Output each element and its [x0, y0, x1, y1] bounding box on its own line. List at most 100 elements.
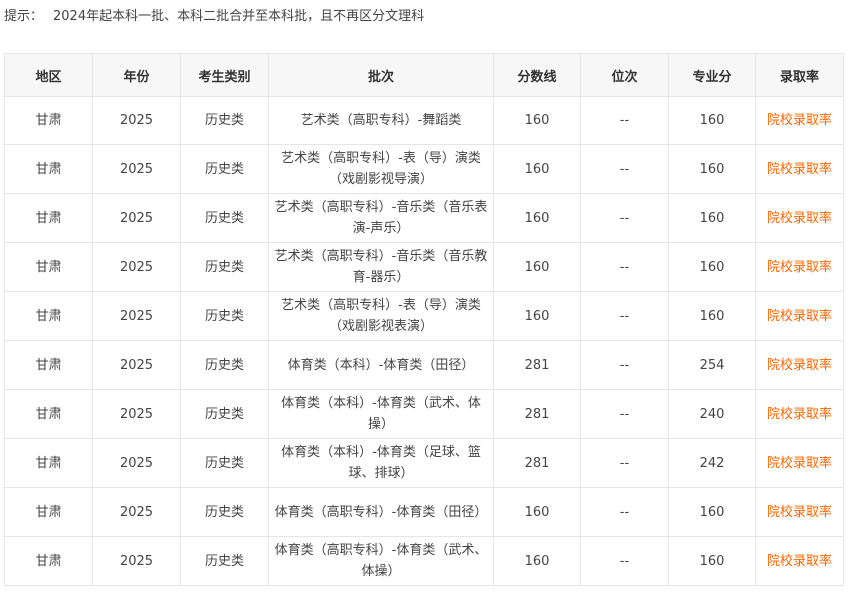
admission-rate-link[interactable]: 院校录取率	[767, 260, 832, 275]
tip-notice: 提示： 2024年起本科一批、本科二批合并至本科批，且不再区分文理科	[4, 8, 424, 26]
admission-rate-link[interactable]: 院校录取率	[767, 162, 832, 177]
admission-rate-link[interactable]: 院校录取率	[767, 113, 832, 128]
cell-score: 160	[493, 536, 581, 586]
cell-major-score: 160	[668, 96, 756, 145]
table-row: 甘肃 2025 历史类 体育类（高职专科）-体育类（田径） 160 -- 160…	[4, 487, 844, 537]
cell-year: 2025	[92, 96, 181, 145]
table-row: 甘肃 2025 历史类 体育类（本科）-体育类（田径） 281 -- 254 院…	[4, 340, 844, 390]
cell-batch: 艺术类（高职专科）-表（导）演类（戏剧影视表演）	[268, 291, 494, 341]
table-row: 甘肃 2025 历史类 艺术类（高职专科）-表（导）演类（戏剧影视导演） 160…	[4, 144, 844, 194]
cell-batch: 体育类（本科）-体育类（田径）	[268, 340, 494, 390]
cell-year: 2025	[92, 487, 181, 537]
cell-major-score: 160	[668, 291, 756, 341]
cell-region: 甘肃	[4, 96, 93, 145]
cell-category: 历史类	[180, 536, 269, 586]
header-year: 年份	[92, 53, 181, 97]
admission-rate-link[interactable]: 院校录取率	[767, 554, 832, 569]
cell-rank: --	[580, 340, 669, 390]
cell-rank: --	[580, 487, 669, 537]
cell-category: 历史类	[180, 242, 269, 292]
cell-category: 历史类	[180, 389, 269, 439]
cell-rate: 院校录取率	[755, 242, 844, 292]
cell-major-score: 160	[668, 144, 756, 194]
admission-rate-link[interactable]: 院校录取率	[767, 407, 832, 422]
cell-region: 甘肃	[4, 291, 93, 341]
score-table: 地区 年份 考生类别 批次 分数线 位次 专业分 录取率 甘肃 2025 历史类…	[4, 53, 844, 586]
cell-major-score: 254	[668, 340, 756, 390]
cell-major-score: 240	[668, 389, 756, 439]
cell-score: 281	[493, 340, 581, 390]
cell-score: 160	[493, 291, 581, 341]
cell-region: 甘肃	[4, 340, 93, 390]
cell-category: 历史类	[180, 487, 269, 537]
cell-year: 2025	[92, 536, 181, 586]
admission-rate-link[interactable]: 院校录取率	[767, 505, 832, 520]
cell-year: 2025	[92, 389, 181, 439]
cell-year: 2025	[92, 193, 181, 243]
cell-category: 历史类	[180, 438, 269, 488]
cell-region: 甘肃	[4, 487, 93, 537]
table-row: 甘肃 2025 历史类 艺术类（高职专科）-音乐类（音乐表演-声乐） 160 -…	[4, 193, 844, 243]
cell-rate: 院校录取率	[755, 291, 844, 341]
cell-region: 甘肃	[4, 438, 93, 488]
cell-major-score: 160	[668, 536, 756, 586]
cell-score: 160	[493, 242, 581, 292]
header-category: 考生类别	[180, 53, 269, 97]
cell-rank: --	[580, 193, 669, 243]
cell-region: 甘肃	[4, 389, 93, 439]
header-score: 分数线	[493, 53, 581, 97]
cell-year: 2025	[92, 340, 181, 390]
cell-batch: 体育类（本科）-体育类（武术、体操）	[268, 389, 494, 439]
cell-category: 历史类	[180, 340, 269, 390]
admission-rate-link[interactable]: 院校录取率	[767, 211, 832, 226]
cell-rank: --	[580, 536, 669, 586]
cell-rate: 院校录取率	[755, 536, 844, 586]
tip-label: 提示：	[4, 9, 44, 24]
cell-rank: --	[580, 389, 669, 439]
admission-rate-link[interactable]: 院校录取率	[767, 309, 832, 324]
table-row: 甘肃 2025 历史类 体育类（本科）-体育类（足球、篮球、排球） 281 --…	[4, 438, 844, 488]
table-row: 甘肃 2025 历史类 体育类（高职专科）-体育类（武术、体操） 160 -- …	[4, 536, 844, 586]
cell-rate: 院校录取率	[755, 487, 844, 537]
cell-category: 历史类	[180, 96, 269, 145]
cell-batch: 艺术类（高职专科）-表（导）演类（戏剧影视导演）	[268, 144, 494, 194]
cell-rank: --	[580, 96, 669, 145]
header-major-score: 专业分	[668, 53, 756, 97]
header-rank: 位次	[580, 53, 669, 97]
cell-batch: 艺术类（高职专科）-音乐类（音乐教育-器乐）	[268, 242, 494, 292]
table-row: 甘肃 2025 历史类 艺术类（高职专科）-表（导）演类（戏剧影视表演） 160…	[4, 291, 844, 341]
cell-region: 甘肃	[4, 193, 93, 243]
cell-major-score: 160	[668, 242, 756, 292]
cell-score: 160	[493, 144, 581, 194]
cell-batch: 艺术类（高职专科）-音乐类（音乐表演-声乐）	[268, 193, 494, 243]
cell-score: 160	[493, 193, 581, 243]
cell-score: 160	[493, 487, 581, 537]
admission-rate-link[interactable]: 院校录取率	[767, 358, 832, 373]
cell-rate: 院校录取率	[755, 389, 844, 439]
cell-category: 历史类	[180, 291, 269, 341]
admission-rate-link[interactable]: 院校录取率	[767, 456, 832, 471]
tip-text: 2024年起本科一批、本科二批合并至本科批，且不再区分文理科	[53, 9, 425, 24]
cell-region: 甘肃	[4, 536, 93, 586]
cell-year: 2025	[92, 438, 181, 488]
cell-rate: 院校录取率	[755, 438, 844, 488]
cell-major-score: 242	[668, 438, 756, 488]
cell-major-score: 160	[668, 193, 756, 243]
cell-rate: 院校录取率	[755, 96, 844, 145]
table-header-row: 地区 年份 考生类别 批次 分数线 位次 专业分 录取率	[4, 53, 844, 97]
cell-batch: 体育类（高职专科）-体育类（田径）	[268, 487, 494, 537]
header-rate: 录取率	[755, 53, 844, 97]
cell-rank: --	[580, 144, 669, 194]
cell-rate: 院校录取率	[755, 193, 844, 243]
cell-year: 2025	[92, 291, 181, 341]
table-row: 甘肃 2025 历史类 艺术类（高职专科）-舞蹈类 160 -- 160 院校录…	[4, 96, 844, 145]
cell-rank: --	[580, 242, 669, 292]
cell-category: 历史类	[180, 193, 269, 243]
header-batch: 批次	[268, 53, 494, 97]
cell-rate: 院校录取率	[755, 340, 844, 390]
cell-year: 2025	[92, 242, 181, 292]
header-region: 地区	[4, 53, 93, 97]
cell-year: 2025	[92, 144, 181, 194]
table-row: 甘肃 2025 历史类 体育类（本科）-体育类（武术、体操） 281 -- 24…	[4, 389, 844, 439]
table-row: 甘肃 2025 历史类 艺术类（高职专科）-音乐类（音乐教育-器乐） 160 -…	[4, 242, 844, 292]
